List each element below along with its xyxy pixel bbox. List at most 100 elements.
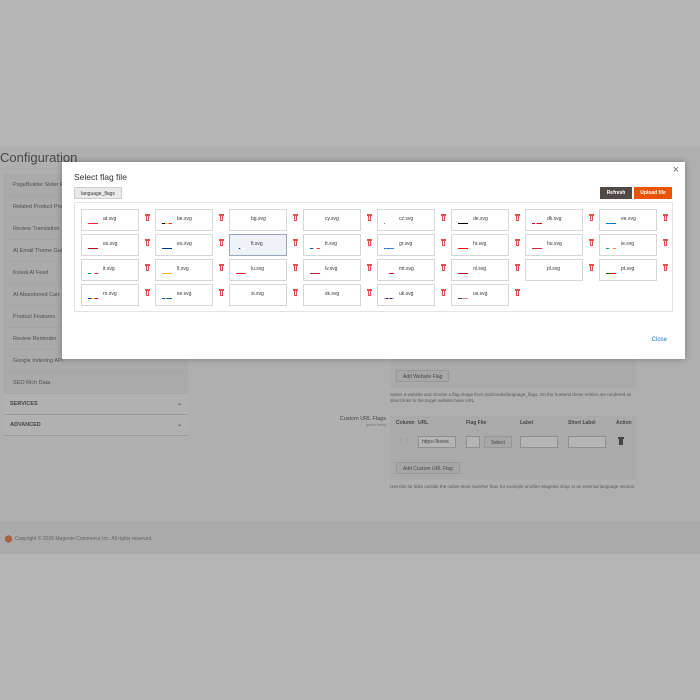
upload-file-button[interactable]: Upload file: [634, 187, 672, 199]
flag-de-icon: [458, 217, 468, 224]
file-tile-de[interactable]: de.svg: [451, 209, 509, 231]
delete-file-icon[interactable]: [367, 239, 372, 246]
file-tile-ro[interactable]: ro.svg: [81, 284, 139, 306]
delete-file-icon[interactable]: [145, 214, 150, 221]
file-tile-ee[interactable]: ee.svg: [599, 209, 657, 231]
delete-file-icon[interactable]: [145, 239, 150, 246]
flag-pt-icon: [606, 267, 616, 274]
delete-file-icon[interactable]: [441, 239, 446, 246]
file-tile-at[interactable]: at.svg: [81, 209, 139, 231]
flag-cy-icon: [310, 217, 320, 224]
close-button[interactable]: Close: [652, 337, 667, 343]
delete-file-icon[interactable]: [219, 289, 224, 296]
file-name: lt.svg: [177, 266, 189, 272]
file-tile-us[interactable]: us.svg: [451, 284, 509, 306]
delete-file-icon[interactable]: [663, 239, 668, 246]
delete-file-icon[interactable]: [293, 264, 298, 271]
delete-file-icon[interactable]: [589, 239, 594, 246]
file-tile-pl[interactable]: pl.svg: [525, 259, 583, 281]
delete-file-icon[interactable]: [441, 289, 446, 296]
file-tile-cy[interactable]: cy.svg: [303, 209, 361, 231]
file-item: gr.svg: [377, 234, 451, 256]
file-tile-hr[interactable]: hr.svg: [451, 234, 509, 256]
file-item: bg.svg: [229, 209, 303, 231]
delete-file-icon[interactable]: [293, 289, 298, 296]
file-name: lv.svg: [325, 266, 338, 272]
close-icon[interactable]: ×: [673, 164, 679, 176]
file-name: hu.svg: [547, 241, 562, 247]
delete-file-icon[interactable]: [441, 264, 446, 271]
select-flag-modal: × Select flag file language_flags Refres…: [62, 162, 685, 359]
file-name: cz.svg: [399, 216, 414, 222]
refresh-button[interactable]: Refresh: [600, 187, 632, 199]
file-name: pt.svg: [621, 266, 635, 272]
file-tile-es[interactable]: es.svg: [81, 234, 139, 256]
file-item: eu.svg: [155, 234, 229, 256]
delete-file-icon[interactable]: [515, 264, 520, 271]
flag-fi-icon: [236, 242, 246, 249]
file-tile-gr[interactable]: gr.svg: [377, 234, 435, 256]
flag-fr-icon: [310, 242, 320, 249]
flag-pl-icon: [532, 267, 542, 274]
flag-dk-icon: [532, 217, 542, 224]
file-item: nl.svg: [451, 259, 525, 281]
delete-file-icon[interactable]: [219, 264, 224, 271]
file-tile-dk[interactable]: dk.svg: [525, 209, 583, 231]
file-name: cy.svg: [325, 216, 339, 222]
file-name: at.svg: [103, 216, 117, 222]
file-tile-it[interactable]: it.svg: [81, 259, 139, 281]
file-tile-se[interactable]: se.svg: [155, 284, 213, 306]
delete-file-icon[interactable]: [145, 289, 150, 296]
delete-file-icon[interactable]: [293, 239, 298, 246]
delete-file-icon[interactable]: [367, 264, 372, 271]
file-tile-mt[interactable]: mt.svg: [377, 259, 435, 281]
delete-file-icon[interactable]: [515, 289, 520, 296]
delete-file-icon[interactable]: [219, 239, 224, 246]
delete-file-icon[interactable]: [663, 264, 668, 271]
flag-hu-icon: [532, 242, 542, 249]
file-name: mt.svg: [399, 266, 414, 272]
file-tile-be[interactable]: be.svg: [155, 209, 213, 231]
file-tile-lt[interactable]: lt.svg: [155, 259, 213, 281]
file-name: fr.svg: [325, 241, 337, 247]
delete-file-icon[interactable]: [219, 214, 224, 221]
flag-si-icon: [236, 292, 246, 299]
flag-be-icon: [162, 217, 172, 224]
file-name: dk.svg: [547, 216, 562, 222]
folder-breadcrumb[interactable]: language_flags: [74, 187, 122, 199]
flag-eu-icon: [162, 242, 172, 249]
delete-file-icon[interactable]: [145, 264, 150, 271]
file-tile-lv[interactable]: lv.svg: [303, 259, 361, 281]
file-tile-uk[interactable]: uk.svg: [377, 284, 435, 306]
delete-file-icon[interactable]: [663, 214, 668, 221]
file-tile-lu[interactable]: lu.svg: [229, 259, 287, 281]
flag-ee-icon: [606, 217, 616, 224]
delete-file-icon[interactable]: [441, 214, 446, 221]
flag-uk-icon: [384, 292, 394, 299]
file-tile-eu[interactable]: eu.svg: [155, 234, 213, 256]
delete-file-icon[interactable]: [589, 264, 594, 271]
file-tile-hu[interactable]: hu.svg: [525, 234, 583, 256]
file-tile-fr[interactable]: fr.svg: [303, 234, 361, 256]
file-tile-bg[interactable]: bg.svg: [229, 209, 287, 231]
file-tile-cz[interactable]: cz.svg: [377, 209, 435, 231]
delete-file-icon[interactable]: [367, 214, 372, 221]
file-item: ro.svg: [81, 284, 155, 306]
file-item: us.svg: [451, 284, 525, 306]
flag-lv-icon: [310, 267, 320, 274]
delete-file-icon[interactable]: [367, 289, 372, 296]
delete-file-icon[interactable]: [293, 214, 298, 221]
file-name: pl.svg: [547, 266, 561, 272]
file-name: ie.svg: [621, 241, 635, 247]
file-item: at.svg: [81, 209, 155, 231]
file-item: hr.svg: [451, 234, 525, 256]
file-tile-ie[interactable]: ie.svg: [599, 234, 657, 256]
file-tile-pt[interactable]: pt.svg: [599, 259, 657, 281]
delete-file-icon[interactable]: [515, 214, 520, 221]
delete-file-icon[interactable]: [589, 214, 594, 221]
file-tile-si[interactable]: si.svg: [229, 284, 287, 306]
file-tile-nl[interactable]: nl.svg: [451, 259, 509, 281]
file-tile-fi[interactable]: fi.svg: [229, 234, 287, 256]
file-tile-sk[interactable]: sk.svg: [303, 284, 361, 306]
delete-file-icon[interactable]: [515, 239, 520, 246]
